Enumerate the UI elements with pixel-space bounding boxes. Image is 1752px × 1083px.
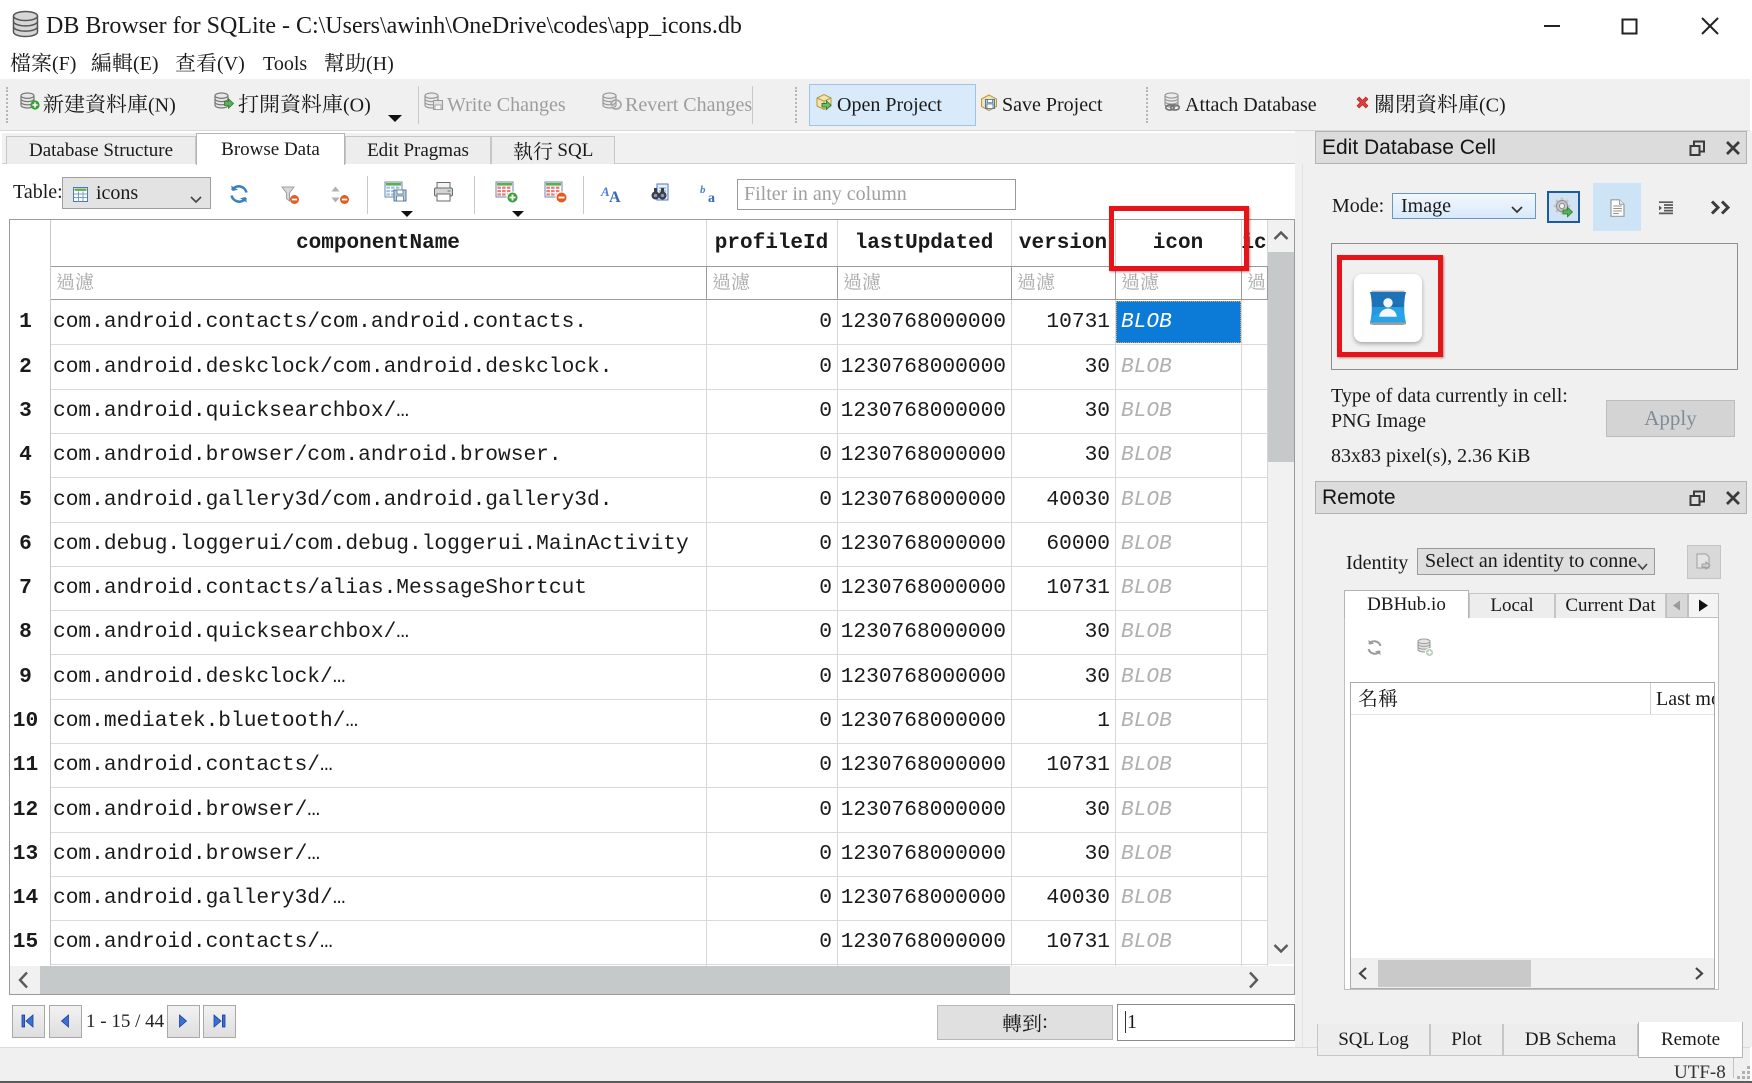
svg-text:A: A (609, 189, 621, 205)
svg-text:a: a (708, 191, 715, 205)
svg-text:b: b (700, 184, 706, 196)
